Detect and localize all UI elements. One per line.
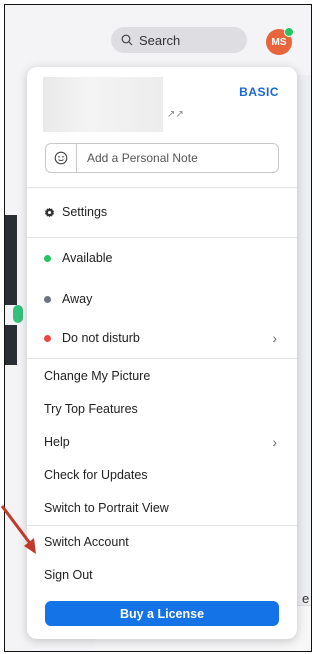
menu-item-help[interactable]: Help › (27, 426, 297, 458)
emoji-button[interactable] (46, 144, 77, 172)
avatar-initials: MS (271, 36, 287, 48)
menu-item-label: Check for Updates (44, 468, 148, 482)
search-icon (121, 34, 133, 46)
menu-item-change-picture[interactable]: Change My Picture (27, 360, 297, 392)
menu-item-label: Do not disturb (62, 331, 140, 345)
divider (27, 187, 297, 188)
buy-license-label: Buy a License (119, 606, 205, 621)
plan-badge: BASIC (239, 85, 279, 99)
menu-item-label: Switch Account (44, 535, 129, 549)
personal-note-input[interactable] (85, 150, 269, 166)
profile-name: ↗↗ (167, 109, 184, 120)
annotation-arrow-icon (0, 505, 36, 554)
menu-item-label: Help (44, 435, 70, 449)
divider (27, 237, 297, 238)
menu-item-label: Try Top Features (44, 402, 138, 416)
menu-item-label: Change My Picture (44, 369, 151, 383)
menu-item-portrait-view[interactable]: Switch to Portrait View (27, 492, 297, 524)
menu-item-sign-out[interactable]: Sign Out (27, 559, 297, 591)
menu-item-label: Available (62, 251, 113, 265)
menu-item-switch-account[interactable]: Switch Account (27, 526, 297, 558)
personal-note-field[interactable] (45, 143, 279, 173)
top-bar: Search MS (5, 5, 311, 75)
gear-icon (44, 207, 62, 218)
status-available[interactable]: Available (27, 242, 297, 274)
background-panel (297, 75, 311, 651)
chevron-right-icon: › (272, 434, 277, 450)
away-status-icon (44, 295, 51, 303)
online-status-dot (284, 27, 294, 37)
menu-item-try-top-features[interactable]: Try Top Features (27, 393, 297, 425)
status-do-not-disturb[interactable]: Do not disturb › (27, 322, 297, 354)
available-status-icon (44, 254, 51, 262)
do-not-disturb-status-icon (44, 334, 51, 342)
profile-menu: ↗↗ BASIC Settings Available Away Do no (27, 67, 297, 639)
menu-item-check-updates[interactable]: Check for Updates (27, 459, 297, 491)
background-green-indicator (13, 305, 23, 323)
background-text: e (302, 591, 310, 606)
menu-item-label: Sign Out (44, 568, 93, 582)
menu-item-label: Settings (62, 205, 108, 219)
divider (27, 358, 297, 359)
buy-license-button[interactable]: Buy a License (45, 601, 279, 626)
background-video-tile (5, 215, 17, 305)
status-away[interactable]: Away (27, 283, 297, 315)
chevron-right-icon: › (272, 330, 277, 346)
menu-item-settings[interactable]: Settings (27, 196, 297, 228)
profile-picture-blurred (43, 77, 163, 132)
app-window: Search MS e ↗↗ BASIC Settings (4, 4, 312, 652)
menu-item-label: Away (62, 292, 93, 306)
menu-item-label: Switch to Portrait View (44, 501, 169, 515)
search-box[interactable]: Search (111, 27, 247, 53)
avatar[interactable]: MS (266, 27, 294, 55)
background-video-tile (5, 325, 17, 365)
search-label: Search (139, 32, 181, 48)
smiley-icon (54, 151, 68, 165)
